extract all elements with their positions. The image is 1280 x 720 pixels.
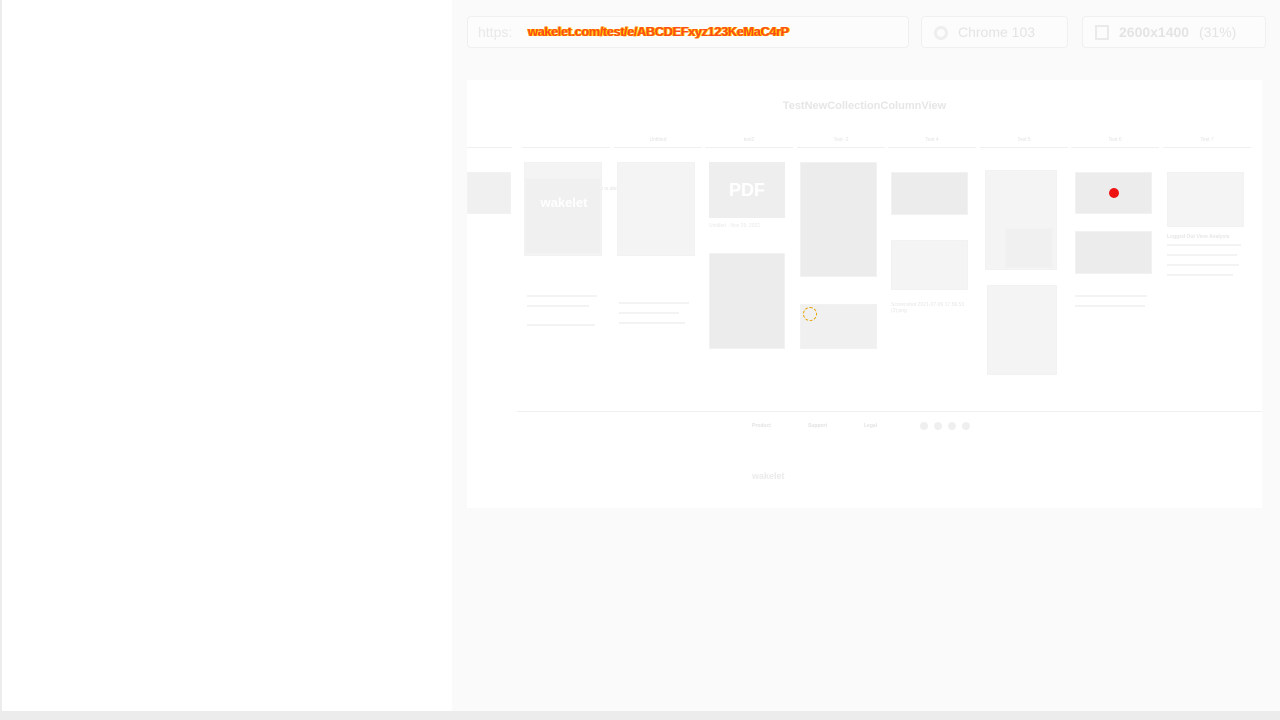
browser-label: Chrome 103	[958, 24, 1036, 40]
resolution-select[interactable]: 2600x1400 (31%)	[1082, 16, 1266, 48]
cursor-ring	[803, 307, 817, 321]
column-header	[467, 132, 512, 148]
wakelet-tile-text: wakelet	[540, 195, 588, 210]
column-header: Test 7	[1163, 132, 1251, 148]
footer-heading: Product	[752, 423, 771, 429]
youtube-icon[interactable]	[920, 422, 928, 430]
text-line	[527, 305, 589, 307]
image-tile[interactable]	[800, 162, 877, 277]
item-thumbnail[interactable]	[467, 172, 511, 214]
footer-logo: wakelet	[752, 471, 785, 481]
column-header: Test 6	[1071, 132, 1159, 148]
text-line	[1167, 264, 1239, 266]
collection-title: TestNewCollectionColumnView	[782, 100, 947, 112]
text-line	[1075, 295, 1147, 297]
column-header: Untitled	[614, 132, 702, 148]
item-thumbnail[interactable]	[525, 178, 601, 254]
text-line	[1167, 254, 1237, 256]
footer-heading: Legal	[864, 423, 878, 429]
text-line	[1167, 274, 1233, 276]
column-header: Test -2	[797, 132, 885, 148]
item-card[interactable]	[987, 285, 1057, 375]
chrome-icon	[934, 26, 948, 40]
image-tile[interactable]	[891, 172, 968, 215]
url-prefix: https:	[478, 24, 513, 40]
pdf-tile[interactable]: PDF	[709, 162, 785, 218]
image-tile[interactable]	[709, 253, 785, 349]
image-tile[interactable]	[1075, 231, 1152, 274]
screenshot-caption: Screenshot 2021-07-09 17.56.53 (3).png	[891, 302, 965, 314]
text-line	[527, 324, 595, 326]
app-window: https: wakelet.com/test/e/ABCDEFxyz123Ke…	[0, 0, 1280, 720]
text-line	[619, 312, 679, 314]
resolution-label: 2600x1400	[1119, 24, 1190, 40]
column-header: This article is about the...	[522, 132, 635, 192]
facebook-icon[interactable]	[948, 422, 956, 430]
zoom-label: (31%)	[1198, 24, 1237, 40]
text-line	[527, 295, 597, 297]
item-thumbnail[interactable]	[1005, 228, 1053, 268]
document-tile[interactable]	[1167, 172, 1244, 227]
text-line	[1075, 305, 1145, 307]
instagram-icon[interactable]	[962, 422, 970, 430]
item-card[interactable]	[891, 240, 968, 290]
pdf-caption: Untitled - Nov 29, 2021	[709, 223, 761, 229]
logged-out-title: Logged Out View Analysis	[1167, 234, 1230, 240]
twitter-icon[interactable]	[934, 422, 942, 430]
item-card[interactable]	[617, 162, 695, 256]
horizontal-scrollbar[interactable]	[0, 711, 1280, 720]
column-header: Test 5	[980, 132, 1068, 148]
column-header: Test 4	[888, 132, 976, 148]
browser-select[interactable]: Chrome 103	[921, 16, 1068, 48]
column-header: test2	[705, 132, 793, 148]
footer-heading: Support	[808, 423, 828, 429]
page-preview: TestNewCollectionColumnView This article…	[467, 80, 1262, 508]
text-line	[619, 322, 685, 324]
footer-divider	[517, 411, 1262, 412]
url-overlay-text: wakelet.com/test/e/ABCDEFxyz123KeMaC4rP	[528, 24, 789, 39]
click-marker	[1109, 188, 1119, 198]
screen-size-icon	[1095, 25, 1109, 40]
text-line	[1167, 244, 1241, 246]
left-panel	[0, 0, 452, 712]
text-line	[619, 302, 689, 304]
